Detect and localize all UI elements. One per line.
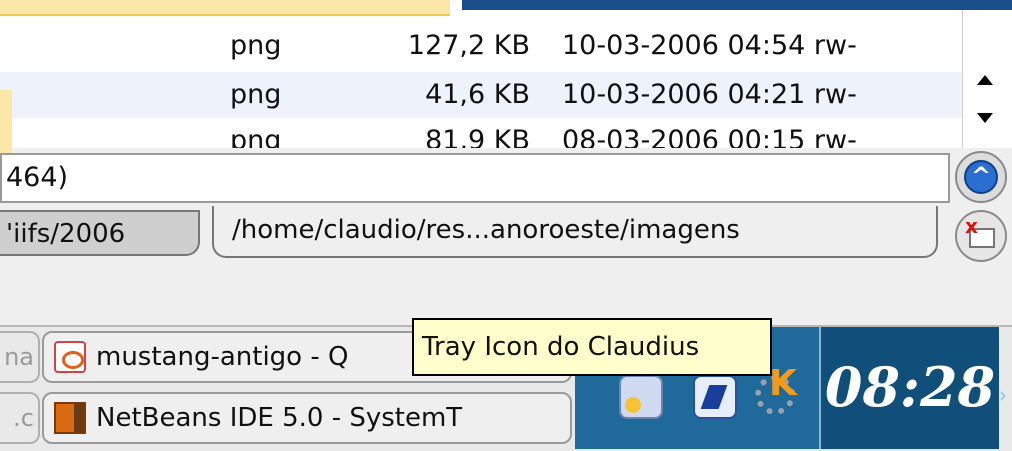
file-row[interactable]: png 41,6 KB 10-03-2006 04:21 rw- [0, 72, 962, 118]
up-arrow-icon: ^ [964, 160, 998, 194]
image-viewer-icon [54, 341, 86, 373]
path-tab[interactable]: 'iifs/2006 [0, 210, 200, 256]
file-type: png [230, 30, 282, 61]
taskbar-button-label: NetBeans IDE 5.0 - SystemT [96, 403, 463, 433]
file-type: png [230, 125, 282, 148]
clock-time: 08:28 [824, 355, 996, 419]
path-tab-active[interactable]: /home/claudio/res...anoroeste/imagens [212, 206, 938, 258]
clock[interactable]: 08:28 [819, 327, 999, 449]
file-type: png [230, 79, 282, 110]
taskbar-button-partial[interactable]: .c [0, 392, 40, 444]
title-bar-strip [462, 0, 1012, 10]
file-date-text: 08-03-2006 00:15 [562, 125, 806, 148]
file-date: 08-03-2006 00:15 rw- [562, 118, 857, 148]
file-size: 81,9 KB [425, 125, 530, 148]
file-list: png png 127,2 KB 10-03-2006 04:54 rw- pn… [0, 0, 962, 148]
notification-icon[interactable] [693, 375, 737, 419]
tray-tooltip: Tray Icon do Claudius [412, 318, 772, 376]
file-date-text: 10-03-2006 04:54 [562, 30, 806, 61]
file-date-text: 10-03-2006 04:21 [562, 79, 806, 110]
netbeans-icon [54, 402, 86, 434]
vertical-scrollbar[interactable] [962, 0, 1012, 148]
scroll-down-icon[interactable] [977, 113, 993, 123]
file-row[interactable]: png 127,2 KB 10-03-2006 04:54 rw- [0, 23, 962, 69]
file-size: 127,2 KB [407, 30, 530, 61]
taskbar-button-partial[interactable]: na [0, 331, 40, 383]
file-size: 41,6 KB [425, 79, 530, 110]
file-perm: rw- [813, 30, 857, 61]
file-perm: rw- [813, 79, 857, 110]
taskbar-button-label: mustang-antigo - Q [96, 342, 349, 372]
selection-highlight [0, 0, 450, 16]
file-date: 10-03-2006 04:21 rw- [562, 72, 857, 118]
chevron-right-icon[interactable]: › [999, 383, 1012, 407]
close-tab-button[interactable]: x [955, 210, 1007, 262]
go-up-button[interactable]: ^ [955, 151, 1007, 203]
file-row[interactable]: png 81,9 KB 08-03-2006 00:15 rw- [0, 118, 962, 148]
scroll-up-icon[interactable] [977, 75, 993, 85]
close-icon: x [965, 214, 978, 238]
command-line-input[interactable]: 464) [0, 153, 950, 203]
network-icon[interactable] [619, 375, 663, 419]
file-perm: rw- [813, 125, 857, 148]
taskbar-button-netbeans[interactable]: NetBeans IDE 5.0 - SystemT [42, 392, 572, 444]
file-date: 10-03-2006 04:54 rw- [562, 23, 857, 69]
